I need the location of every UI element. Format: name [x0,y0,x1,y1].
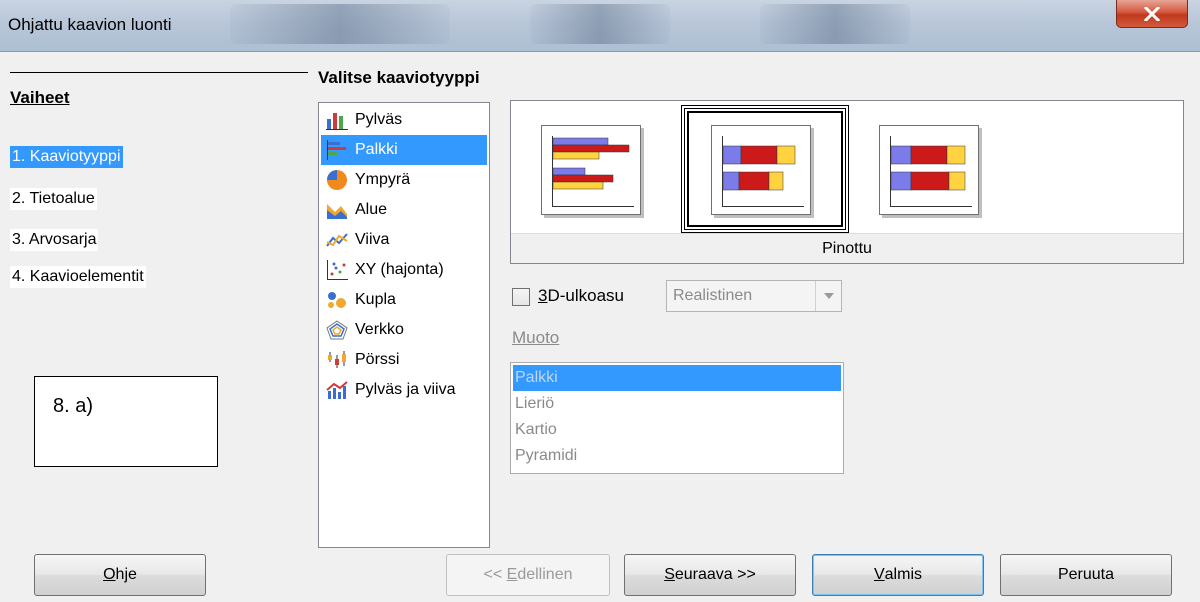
chart-type-label: Palkki [355,141,398,158]
column-line-chart-icon [325,379,349,401]
shape-list[interactable]: Palkki Lieriö Kartio Pyramidi [510,362,844,474]
shape-label: Muoto [512,328,560,347]
chevron-down-icon [815,281,841,311]
next-label: euraava >> [674,566,756,583]
chart-variant-panel: Pinottu [510,100,1184,264]
back-prefix: << [483,566,507,583]
chart-type-bar[interactable]: Palkki [321,135,487,165]
chart-type-label: Viiva [355,231,390,248]
chart-type-pie[interactable]: Ympyrä [321,165,487,195]
chart-type-stock[interactable]: Pörssi [321,345,487,375]
chart-type-column-and-line[interactable]: Pylväs ja viiva [321,375,487,405]
window-title: Ohjattu kaavion luonti [8,15,172,34]
variant-caption: Pinottu [511,233,1183,263]
steps-divider [10,72,308,73]
3d-scheme-select[interactable]: Realistinen [666,280,842,312]
chart-type-label: Kupla [355,291,396,308]
chart-type-list[interactable]: Pylväs Palkki Ympyrä Alue Viiva XY (hajo… [318,102,490,548]
chart-type-heading: Valitse kaaviotyyppi [318,68,480,87]
close-button[interactable] [1116,0,1188,28]
step-data-range[interactable]: 2. Tietoalue [10,188,97,210]
net-chart-icon [325,319,349,341]
3d-look-checkbox[interactable] [512,288,530,306]
chart-type-label: Pörssi [355,351,400,368]
shape-item-cone[interactable]: Kartio [513,417,841,443]
next-accel: S [664,566,675,583]
column-chart-icon [325,109,349,131]
blurred-background [230,4,450,44]
line-chart-icon [325,229,349,251]
shape-item-cylinder[interactable]: Lieriö [513,391,841,417]
stock-chart-icon [325,349,349,371]
chart-type-area[interactable]: Alue [321,195,487,225]
finish-button[interactable]: Valmis [812,554,984,596]
finish-accel: V [873,566,885,583]
area-chart-icon [325,199,349,221]
finish-label: almis [884,566,922,583]
scatter-chart-icon [325,259,349,281]
chart-type-xy-scatter[interactable]: XY (hajonta) [321,255,487,285]
chart-type-label: Alue [355,201,388,218]
shape-item-pyramid[interactable]: Pyramidi [513,443,841,469]
pie-chart-icon [325,169,349,191]
stacked-bar-variant-icon[interactable] [711,125,811,215]
chart-type-label: Pylväs ja viiva [355,381,456,398]
normal-bar-variant-icon[interactable] [541,125,641,215]
chart-type-label: XY (hajonta) [355,261,444,278]
chart-type-column[interactable]: Pylväs [321,105,487,135]
help-button[interactable]: Ohje [34,554,206,596]
chart-type-label: Ympyrä [355,171,411,188]
blurred-background [530,4,670,44]
chart-type-bubble[interactable]: Kupla [321,285,487,315]
help-label: hje [115,566,137,583]
3d-look-label: 3D-ulkoasu [538,286,624,306]
3d-scheme-value: Realistinen [673,287,753,304]
annotation-text: 8. a) [53,395,94,417]
help-accel: O [103,566,116,583]
next-button[interactable]: Seuraava >> [624,554,796,596]
dialog-body: Vaiheet 1. Kaaviotyyppi 2. Tietoalue 3. … [0,52,1200,602]
chart-type-label: Pylväs [355,111,403,128]
back-button[interactable]: << Edellinen [446,554,610,596]
back-accel: E [506,566,518,583]
back-label: dellinen [517,566,573,583]
steps-heading: Vaiheet [10,88,70,107]
close-icon [1144,6,1160,21]
step-data-series[interactable]: 3. Arvosarja [10,229,99,251]
percent-stacked-bar-variant-icon[interactable] [879,125,979,215]
step-chart-elements[interactable]: 4. Kaavioelementit [10,266,146,288]
shape-item-bar[interactable]: Palkki [513,365,841,391]
cancel-button[interactable]: Peruuta [1000,554,1172,596]
chart-type-line[interactable]: Viiva [321,225,487,255]
step-chart-type[interactable]: 1. Kaaviotyyppi [10,146,123,168]
bubble-chart-icon [325,289,349,311]
chart-type-net[interactable]: Verkko [321,315,487,345]
3d-look-text: D-ulkoasu [547,286,625,305]
title-bar: Ohjattu kaavion luonti [0,0,1200,52]
annotation-box: 8. a) [34,376,218,467]
chart-type-label: Verkko [355,321,404,338]
bar-chart-icon [325,139,349,161]
blurred-background [760,4,910,44]
